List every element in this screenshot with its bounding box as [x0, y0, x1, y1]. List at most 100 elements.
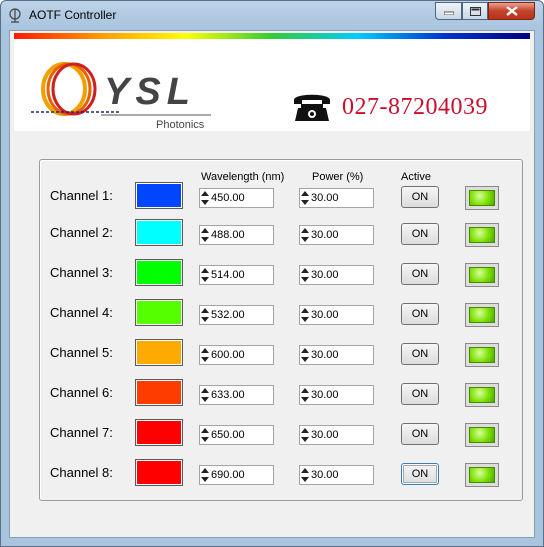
power-input[interactable] — [311, 388, 371, 402]
channel-label: Channel 3: — [50, 265, 113, 280]
wavelength-input[interactable] — [211, 308, 271, 322]
banner: YSL Photonics 027-87204039 — [14, 33, 530, 131]
wavelength-input[interactable] — [211, 268, 271, 282]
wavelength-spinbox[interactable] — [199, 188, 274, 208]
wavelength-spinbox[interactable] — [199, 265, 274, 285]
spin-arrows-icon[interactable] — [300, 226, 310, 244]
spin-arrows-icon[interactable] — [300, 266, 310, 284]
spin-arrows-icon[interactable] — [200, 346, 210, 364]
channel-color-swatch[interactable] — [135, 459, 183, 486]
power-spinbox[interactable] — [299, 385, 374, 405]
channel-status-led — [465, 343, 499, 367]
channel-on-button[interactable]: ON — [401, 223, 439, 245]
power-input[interactable] — [311, 191, 371, 205]
led-light — [469, 467, 495, 483]
power-input[interactable] — [311, 228, 371, 242]
channel-row: Channel 2: ON — [40, 217, 522, 249]
spin-arrows-icon[interactable] — [200, 386, 210, 404]
window-title: AOTF Controller — [29, 8, 117, 22]
wavelength-spinbox[interactable] — [199, 385, 274, 405]
channel-color-swatch[interactable] — [135, 259, 183, 286]
svg-text:YSL: YSL — [104, 71, 196, 113]
wavelength-input[interactable] — [211, 428, 271, 442]
app-icon — [9, 8, 21, 23]
title-bar[interactable]: AOTF Controller — [1, 1, 543, 29]
spin-arrows-icon[interactable] — [200, 189, 210, 207]
spin-arrows-icon[interactable] — [300, 346, 310, 364]
wavelength-spinbox[interactable] — [199, 345, 274, 365]
channel-status-led — [465, 186, 499, 210]
client-area: YSL Photonics 027-87204039 Wavelength (n… — [9, 30, 535, 538]
power-input[interactable] — [311, 468, 371, 482]
spin-arrows-icon[interactable] — [200, 426, 210, 444]
power-input[interactable] — [311, 308, 371, 322]
channel-on-button[interactable]: ON — [401, 463, 439, 485]
ysl-photonics-logo: YSL Photonics — [31, 62, 211, 131]
channel-on-button[interactable]: ON — [401, 303, 439, 325]
channels-group: Wavelength (nm) Power (%) Active Channel… — [39, 159, 523, 501]
spin-arrows-icon[interactable] — [200, 266, 210, 284]
maximize-button[interactable] — [462, 2, 488, 20]
minimize-button[interactable] — [435, 2, 462, 20]
close-icon — [505, 6, 518, 16]
led-light — [469, 307, 495, 323]
channel-label: Channel 4: — [50, 305, 113, 320]
power-spinbox[interactable] — [299, 265, 374, 285]
channel-row: Channel 1: ON — [40, 180, 522, 212]
power-input[interactable] — [311, 428, 371, 442]
channel-color-swatch[interactable] — [135, 219, 183, 246]
wavelength-input[interactable] — [211, 228, 271, 242]
maximize-icon — [469, 6, 481, 16]
minimize-icon — [443, 11, 454, 15]
wavelength-spinbox[interactable] — [199, 425, 274, 445]
channel-row: Channel 8: ON — [40, 457, 522, 489]
led-light — [469, 427, 495, 443]
channel-status-led — [465, 383, 499, 407]
wavelength-input[interactable] — [211, 191, 271, 205]
spin-arrows-icon[interactable] — [200, 306, 210, 324]
spin-arrows-icon[interactable] — [200, 466, 210, 484]
wavelength-spinbox[interactable] — [199, 305, 274, 325]
channel-color-swatch[interactable] — [135, 379, 183, 406]
wavelength-input[interactable] — [211, 348, 271, 362]
spin-arrows-icon[interactable] — [300, 466, 310, 484]
spin-arrows-icon[interactable] — [300, 386, 310, 404]
channel-on-button[interactable]: ON — [401, 383, 439, 405]
channel-on-button[interactable]: ON — [401, 423, 439, 445]
channel-on-button[interactable]: ON — [401, 263, 439, 285]
channel-on-button[interactable]: ON — [401, 186, 439, 208]
led-light — [469, 387, 495, 403]
power-spinbox[interactable] — [299, 465, 374, 485]
led-light — [469, 267, 495, 283]
channel-row: Channel 3: ON — [40, 257, 522, 289]
power-spinbox[interactable] — [299, 188, 374, 208]
wavelength-input[interactable] — [211, 468, 271, 482]
channel-on-button[interactable]: ON — [401, 343, 439, 365]
power-spinbox[interactable] — [299, 225, 374, 245]
power-input[interactable] — [311, 348, 371, 362]
channel-color-swatch[interactable] — [135, 299, 183, 326]
channel-color-swatch[interactable] — [135, 182, 183, 209]
channel-status-led — [465, 423, 499, 447]
spin-arrows-icon[interactable] — [300, 426, 310, 444]
wavelength-spinbox[interactable] — [199, 225, 274, 245]
led-light — [469, 347, 495, 363]
power-spinbox[interactable] — [299, 425, 374, 445]
power-input[interactable] — [311, 268, 371, 282]
channel-status-led — [465, 263, 499, 287]
channel-label: Channel 6: — [50, 385, 113, 400]
phone-contact: 027-87204039 — [292, 91, 488, 123]
spin-arrows-icon[interactable] — [300, 189, 310, 207]
wavelength-input[interactable] — [211, 388, 271, 402]
led-light — [469, 227, 495, 243]
power-spinbox[interactable] — [299, 345, 374, 365]
channel-color-swatch[interactable] — [135, 419, 183, 446]
spin-arrows-icon[interactable] — [200, 226, 210, 244]
channel-row: Channel 6: ON — [40, 377, 522, 409]
spin-arrows-icon[interactable] — [300, 306, 310, 324]
close-button[interactable] — [488, 2, 535, 20]
channel-color-swatch[interactable] — [135, 339, 183, 366]
channel-status-led — [465, 463, 499, 487]
wavelength-spinbox[interactable] — [199, 465, 274, 485]
power-spinbox[interactable] — [299, 305, 374, 325]
